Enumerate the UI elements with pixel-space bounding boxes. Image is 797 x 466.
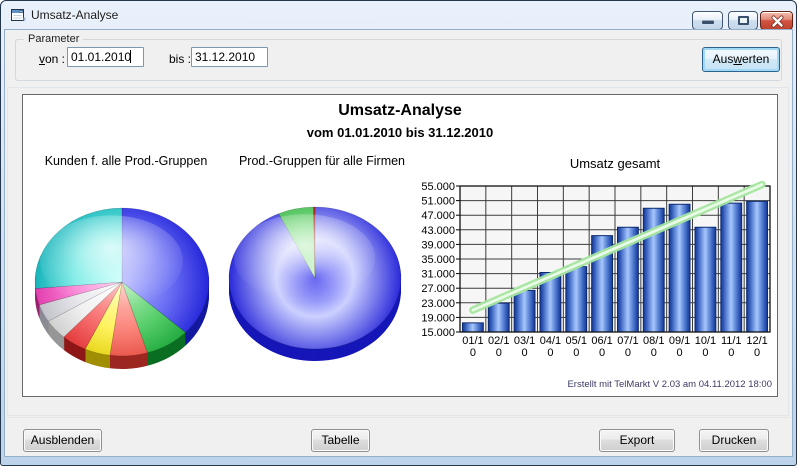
app-window: Umsatz-Analyse Parameter von : bis : bbox=[0, 0, 797, 466]
window-title: Umsatz-Analyse bbox=[31, 1, 118, 29]
von-date-input[interactable] bbox=[67, 47, 144, 67]
svg-text:31.000: 31.000 bbox=[421, 269, 455, 281]
svg-text:10/10: 10/10 bbox=[695, 335, 716, 359]
bis-date-field-wrap bbox=[191, 47, 268, 67]
text-caret bbox=[130, 50, 131, 63]
drucken-button[interactable]: Drucken bbox=[699, 429, 769, 452]
export-button[interactable]: Export bbox=[599, 429, 675, 452]
svg-text:01/10: 01/10 bbox=[462, 335, 483, 359]
report-title: Umsatz-Analyse bbox=[23, 102, 777, 120]
report-subtitle: vom 01.01.2010 bis 31.12.2010 bbox=[23, 125, 777, 140]
report-credit: Erstellt mit TelMarkt V 2.03 am 04.11.20… bbox=[567, 379, 772, 390]
svg-text:07/10: 07/10 bbox=[617, 335, 638, 359]
minimize-button[interactable] bbox=[692, 11, 723, 30]
svg-text:19.000: 19.000 bbox=[421, 312, 455, 324]
bis-date-input[interactable] bbox=[191, 47, 268, 67]
svg-text:15.000: 15.000 bbox=[421, 327, 455, 339]
auswerten-button[interactable]: Auswerten bbox=[702, 47, 780, 72]
maximize-button[interactable] bbox=[728, 11, 758, 30]
svg-text:03/10: 03/10 bbox=[514, 335, 535, 359]
svg-text:39.000: 39.000 bbox=[421, 239, 455, 251]
svg-text:35.000: 35.000 bbox=[421, 254, 455, 266]
svg-text:04/10: 04/10 bbox=[540, 335, 561, 359]
bar-chart-umsatz: 55.000 51.000 47.000 43.000 39.000 35.000 31.0… bbox=[412, 141, 782, 376]
app-icon bbox=[10, 7, 26, 23]
svg-text:08/10: 08/10 bbox=[643, 335, 664, 359]
pie-chart-customers-title: Kunden f. alle Prod.-Gruppen bbox=[23, 154, 229, 168]
svg-text:06/10: 06/10 bbox=[591, 335, 612, 359]
pie-chart-product-groups bbox=[224, 203, 410, 375]
bis-label: bis : bbox=[169, 52, 191, 66]
ausblenden-button[interactable]: Ausblenden bbox=[23, 429, 102, 452]
minimize-icon bbox=[702, 20, 714, 24]
close-button[interactable] bbox=[760, 11, 793, 30]
client-area: Parameter von : bis : Auswerten Umsatz-A… bbox=[4, 29, 793, 457]
svg-text:51.000: 51.000 bbox=[421, 196, 455, 208]
svg-text:09/10: 09/10 bbox=[669, 335, 690, 359]
content-panel: Umsatz-Analyse vom 01.01.2010 bis 31.12.… bbox=[7, 87, 789, 416]
tabelle-button[interactable]: Tabelle bbox=[311, 429, 370, 452]
svg-text:05/10: 05/10 bbox=[566, 335, 587, 359]
svg-text:02/10: 02/10 bbox=[488, 335, 509, 359]
titlebar[interactable]: Umsatz-Analyse bbox=[1, 1, 796, 29]
parameter-group-label: Parameter bbox=[24, 33, 83, 45]
von-date-field-wrap bbox=[67, 47, 144, 67]
pie-chart-product-groups-title: Prod.-Gruppen für alle Firmen bbox=[219, 154, 425, 168]
svg-text:11/10: 11/10 bbox=[721, 335, 742, 359]
svg-text:43.000: 43.000 bbox=[421, 225, 455, 237]
svg-text:12/10: 12/10 bbox=[746, 335, 767, 359]
report-panel: Umsatz-Analyse vom 01.01.2010 bis 31.12.… bbox=[22, 94, 778, 397]
svg-text:27.000: 27.000 bbox=[421, 283, 455, 295]
svg-text:23.000: 23.000 bbox=[421, 298, 455, 310]
von-label: von : bbox=[39, 52, 65, 66]
close-icon bbox=[771, 15, 784, 28]
svg-text:55.000: 55.000 bbox=[421, 181, 455, 193]
svg-text:47.000: 47.000 bbox=[421, 210, 455, 222]
pie-chart-customers bbox=[30, 203, 216, 375]
maximize-icon bbox=[738, 16, 749, 25]
